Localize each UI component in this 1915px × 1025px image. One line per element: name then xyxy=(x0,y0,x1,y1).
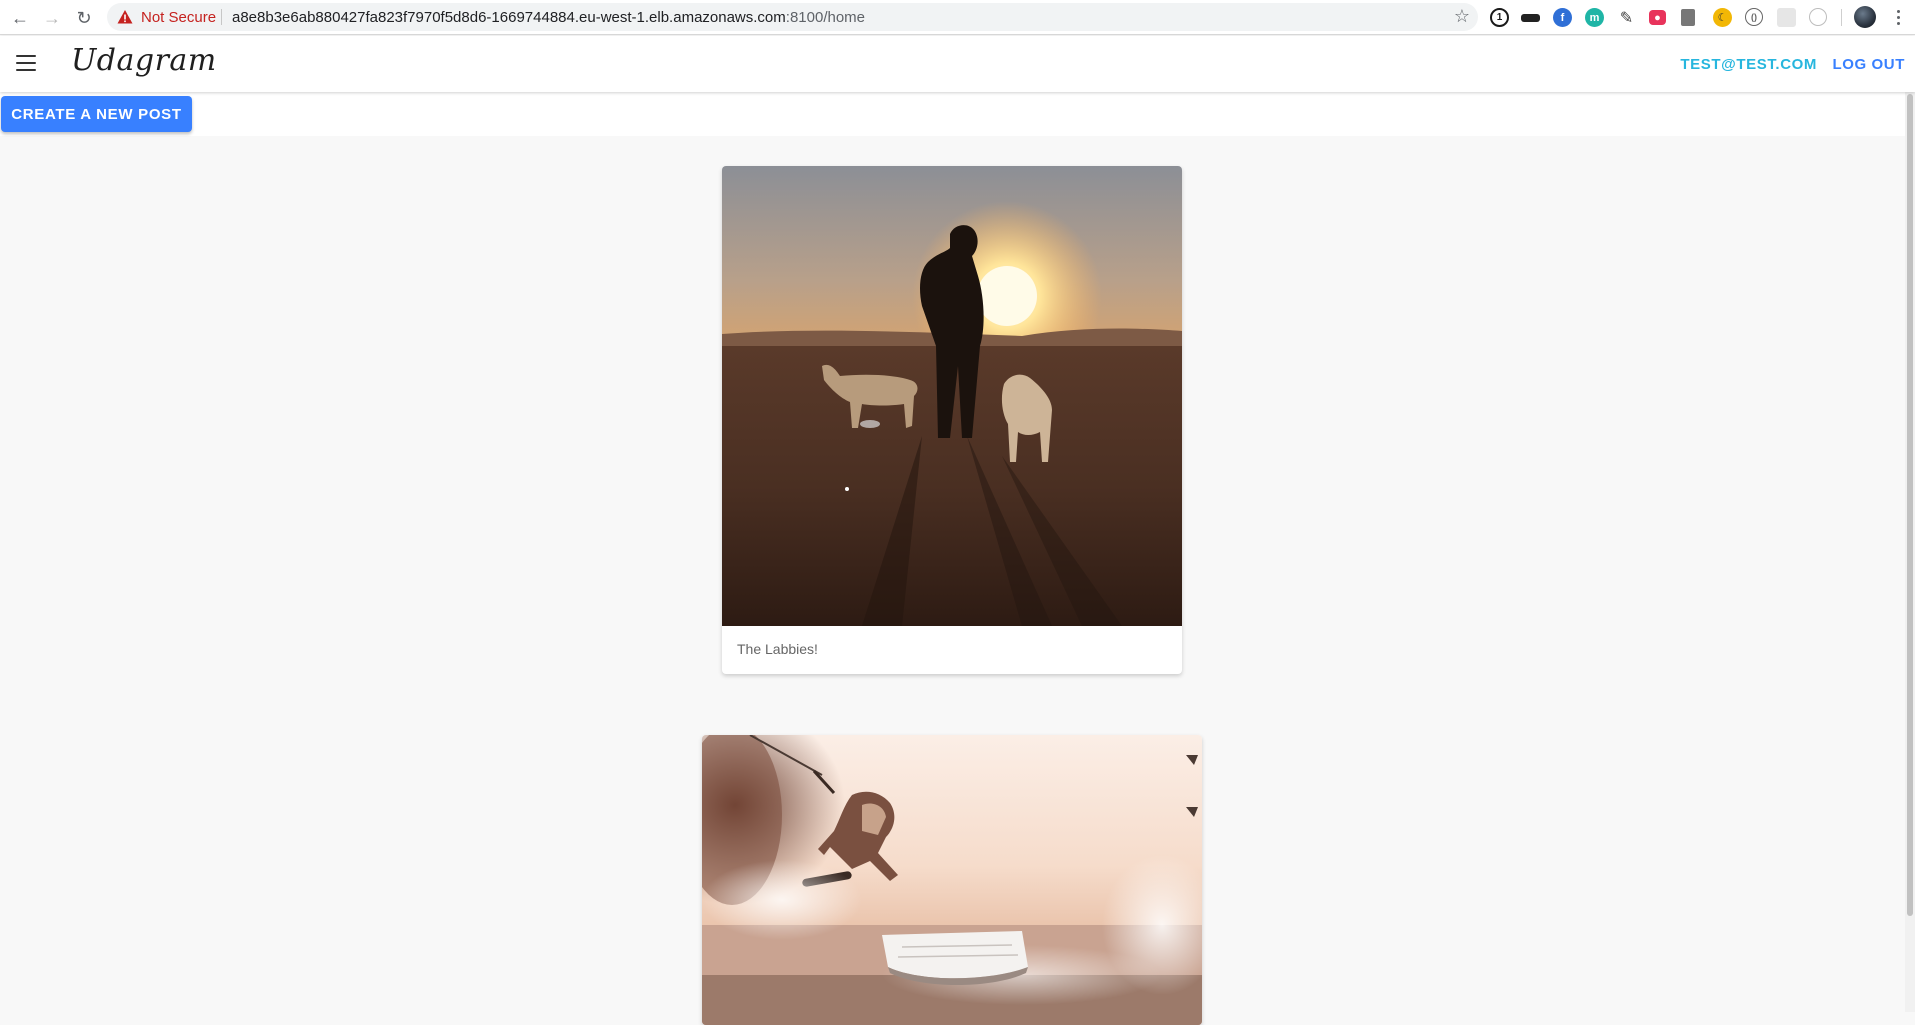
timer-icon[interactable] xyxy=(1809,8,1827,26)
code-icon[interactable]: () xyxy=(1745,8,1763,26)
toolbar-divider xyxy=(1841,9,1842,26)
create-post-bar xyxy=(0,92,1905,136)
post-image[interactable] xyxy=(722,166,1182,626)
address-bar[interactable]: Not Secure a8e8b3e6ab880427fa823f7970f5d… xyxy=(107,3,1478,31)
create-post-button[interactable]: CREATE A NEW POST xyxy=(1,96,192,132)
hamburger-menu-icon[interactable] xyxy=(16,55,36,71)
app-header: Udagram TEST@TEST.COM LOG OUT xyxy=(0,36,1915,92)
eyedropper-icon[interactable]: ✎ xyxy=(1617,8,1636,27)
barcode-icon[interactable] xyxy=(1681,9,1695,26)
bookmark-star-icon[interactable]: ☆ xyxy=(1454,6,1470,27)
url-text[interactable]: a8e8b3e6ab880427fa823f7970f5d8d6-1669744… xyxy=(232,9,865,26)
logout-button[interactable]: LOG OUT xyxy=(1832,56,1905,73)
post-card: The Labbies! xyxy=(722,166,1182,674)
blank-extension-icon[interactable] xyxy=(1777,8,1796,27)
back-arrow-icon[interactable]: ← xyxy=(8,6,32,30)
1password-icon[interactable]: 1 xyxy=(1490,8,1509,27)
script-icon[interactable]: f xyxy=(1553,8,1572,27)
url-path: :8100/home xyxy=(785,9,866,26)
mask-icon[interactable] xyxy=(1521,14,1540,22)
profile-avatar[interactable] xyxy=(1854,6,1876,28)
url-host: a8e8b3e6ab880427fa823f7970f5d8d6-1669744… xyxy=(232,9,786,26)
reload-icon[interactable]: ↻ xyxy=(72,6,96,30)
user-email-link[interactable]: TEST@TEST.COM xyxy=(1680,56,1817,73)
browser-menu-icon[interactable] xyxy=(1890,6,1906,28)
app-brand[interactable]: Udagram xyxy=(71,43,217,78)
post-image[interactable] xyxy=(702,735,1202,1025)
forward-arrow-icon[interactable]: → xyxy=(40,6,64,30)
m-icon[interactable]: m xyxy=(1585,8,1604,27)
camera-icon[interactable]: ● xyxy=(1649,10,1666,25)
warning-icon xyxy=(117,10,133,24)
browser-chrome: ← → ↻ Not Secure a8e8b3e6ab880427fa823f7… xyxy=(0,0,1915,35)
security-status[interactable]: Not Secure xyxy=(141,9,216,26)
post-caption: The Labbies! xyxy=(737,641,818,657)
scrollbar-thumb[interactable] xyxy=(1907,94,1913,916)
moon-icon[interactable]: ☾ xyxy=(1713,8,1732,27)
post-card xyxy=(702,735,1202,1025)
omnibox-separator xyxy=(221,9,222,25)
